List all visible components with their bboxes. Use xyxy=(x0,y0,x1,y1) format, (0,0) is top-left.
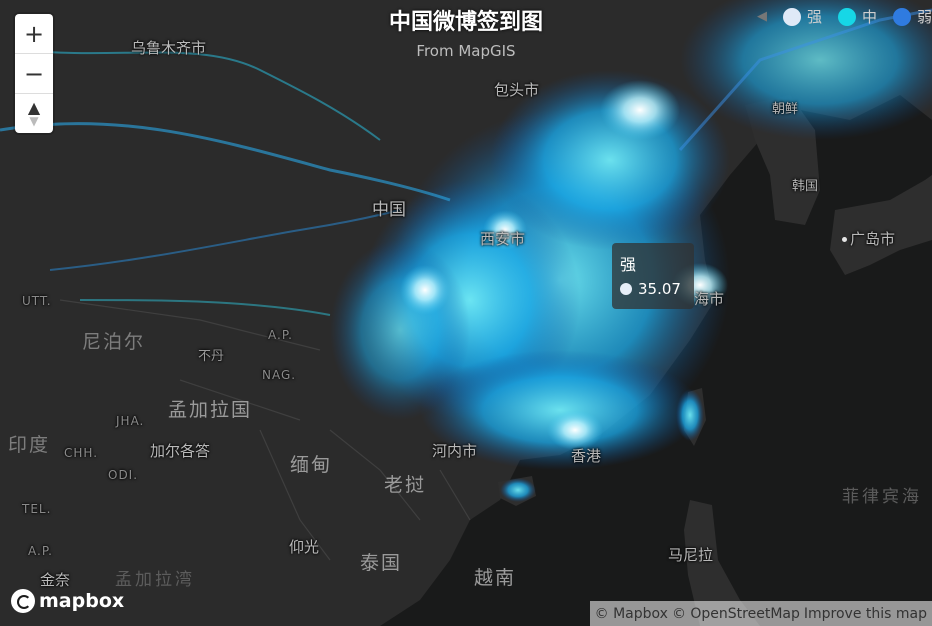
navigation-controls: + − ▲ ▼ xyxy=(15,14,53,133)
place-hanoi: 河内市 xyxy=(432,442,478,460)
place-xian: 西安市 xyxy=(480,230,526,248)
legend-scroll-left-icon[interactable]: ◀ xyxy=(757,9,767,24)
region-code-odi: ODI. xyxy=(108,468,139,482)
attribution-osm-link[interactable]: © OpenStreetMap xyxy=(672,606,800,622)
place-philippine-sea: 菲律宾海 xyxy=(842,487,922,507)
map-subtitle: From MapGIS xyxy=(416,42,516,60)
region-code-ap-south: A.P. xyxy=(28,544,53,558)
region-code-ap-west: A.P. xyxy=(268,328,293,342)
compass-icon: ▲ xyxy=(27,97,41,117)
place-shanghai: 海市 xyxy=(694,290,725,308)
zoom-in-button[interactable]: + xyxy=(15,14,53,54)
map-canvas[interactable]: 乌鲁木齐市 包头市 朝鲜 韩国 广岛市 中国 西安市 海市 尼泊尔 不丹 孟加拉… xyxy=(0,0,932,626)
legend: ◀ 强 中 弱 xyxy=(757,6,932,27)
place-china: 中国 xyxy=(372,200,406,220)
mapbox-logo-icon xyxy=(11,589,35,613)
tooltip-dot-icon xyxy=(620,283,632,295)
place-bangladesh: 孟加拉国 xyxy=(168,399,253,421)
legend-item[interactable]: 弱 xyxy=(892,6,932,27)
place-manila: 马尼拉 xyxy=(668,546,714,564)
legend-dot-icon xyxy=(892,7,911,26)
place-nepal: 尼泊尔 xyxy=(82,331,146,353)
compass-button[interactable]: ▲ ▼ xyxy=(15,94,53,133)
place-kolkata: 加尔各答 xyxy=(150,440,210,461)
place-korea-north: 朝鲜 xyxy=(772,102,799,117)
compass-south-icon: ▼ xyxy=(29,113,39,128)
tooltip-category: 强 xyxy=(620,255,637,274)
place-laos: 老挝 xyxy=(384,474,427,496)
legend-item[interactable]: 强 xyxy=(782,6,822,27)
region-code-nag: NAG. xyxy=(262,368,297,382)
tooltip-value: 35.07 xyxy=(638,280,681,298)
region-code-chh: CHH. xyxy=(64,446,99,460)
land-japan xyxy=(830,175,932,275)
place-chennai: 金奈 xyxy=(40,571,71,589)
legend-item[interactable]: 中 xyxy=(837,6,877,27)
place-baotou: 包头市 xyxy=(494,81,540,99)
mapbox-logo-text: mapbox xyxy=(39,590,125,612)
region-code-utt: UTT. xyxy=(22,294,52,308)
tooltip-value-row: 35.07 xyxy=(620,280,681,298)
attribution-mapbox-link[interactable]: © Mapbox xyxy=(595,606,668,622)
legend-label: 弱 xyxy=(916,8,932,26)
attribution-bar: © Mapbox © OpenStreetMap Improve this ma… xyxy=(589,601,932,626)
basemap[interactable] xyxy=(0,0,932,626)
hover-tooltip: 强 35.07 xyxy=(612,243,694,309)
place-india: 印度 xyxy=(8,434,51,456)
place-yangon: 仰光 xyxy=(289,538,320,556)
place-korea-south: 韩国 xyxy=(792,179,819,194)
region-code-tel: TEL. xyxy=(22,502,52,516)
region-code-jha: JHA. xyxy=(116,414,145,428)
place-bay-of-bengal: 孟加拉湾 xyxy=(115,570,195,590)
city-dot-icon xyxy=(842,237,847,242)
place-bhutan: 不丹 xyxy=(198,349,225,364)
place-thailand: 泰国 xyxy=(360,552,403,574)
place-kolkata-label: 加尔各答 xyxy=(150,442,211,460)
legend-dot-icon xyxy=(837,7,856,26)
mapbox-logo[interactable]: mapbox xyxy=(11,589,124,613)
legend-label: 中 xyxy=(861,8,877,26)
place-myanmar: 缅甸 xyxy=(290,454,333,476)
place-hongkong: 香港 xyxy=(571,447,602,465)
legend-label: 强 xyxy=(806,8,822,26)
place-hiroshima: 广岛市 xyxy=(842,228,895,249)
improve-map-link[interactable]: Improve this map xyxy=(804,606,927,622)
place-vietnam: 越南 xyxy=(474,567,517,589)
place-hiroshima-label: 广岛市 xyxy=(850,230,896,248)
zoom-out-button[interactable]: − xyxy=(15,54,53,94)
legend-dot-icon xyxy=(782,7,801,26)
